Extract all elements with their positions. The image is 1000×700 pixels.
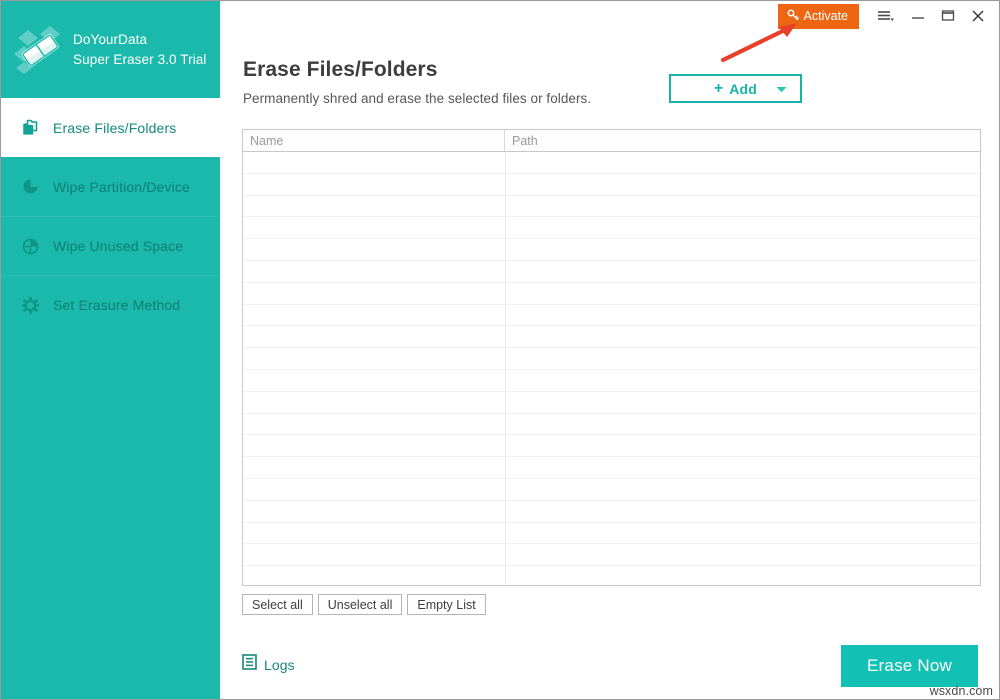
main-content: Erase Files/Folders Permanently shred an… (220, 30, 999, 699)
table-row[interactable] (243, 196, 980, 218)
watermark: wsxdn.com (930, 684, 993, 698)
window-titlebar: Activate (220, 1, 999, 30)
empty-list-button[interactable]: Empty List (407, 594, 485, 615)
table-row[interactable] (243, 305, 980, 327)
sidebar-item-erase-files-folders[interactable]: Erase Files/Folders (1, 98, 220, 157)
files-folders-icon (19, 117, 41, 139)
minimize-icon[interactable] (903, 2, 933, 30)
chevron-down-icon[interactable] (776, 80, 787, 98)
logs-label: Logs (264, 657, 295, 673)
activate-button[interactable]: Activate (778, 4, 859, 29)
table-row[interactable] (243, 217, 980, 239)
sidebar-item-label: Wipe Unused Space (53, 238, 183, 254)
table-row[interactable] (243, 174, 980, 196)
page-header: Erase Files/Folders Permanently shred an… (243, 58, 591, 106)
list-action-buttons: Select all Unselect all Empty List (242, 594, 486, 615)
column-header-path[interactable]: Path (505, 130, 980, 151)
table-row[interactable] (243, 457, 980, 479)
table-row[interactable] (243, 152, 980, 174)
table-row[interactable] (243, 501, 980, 523)
table-row[interactable] (243, 348, 980, 370)
table-row[interactable] (243, 370, 980, 392)
activate-label: Activate (804, 9, 848, 23)
table-row[interactable] (243, 414, 980, 436)
plus-icon: + (714, 81, 723, 97)
sidebar-item-label: Erase Files/Folders (53, 120, 176, 136)
document-list-icon (242, 654, 257, 675)
table-row[interactable] (243, 479, 980, 501)
gear-icon (19, 294, 41, 316)
table-row[interactable] (243, 523, 980, 545)
sidebar-item-label: Set Erasure Method (53, 297, 180, 313)
brand-product: Super Eraser 3.0 Trial (73, 50, 207, 70)
table-body[interactable] (243, 152, 980, 585)
table-row[interactable] (243, 239, 980, 261)
add-button-label: Add (729, 81, 757, 97)
page-title: Erase Files/Folders (243, 58, 591, 82)
table-row[interactable] (243, 283, 980, 305)
page-subtitle: Permanently shred and erase the selected… (243, 91, 591, 106)
sidebar-item-wipe-unused-space[interactable]: Wipe Unused Space (1, 216, 220, 275)
column-divider (505, 152, 506, 585)
table-header-row: Name Path (243, 130, 980, 152)
table-row[interactable] (243, 435, 980, 457)
table-row[interactable] (243, 544, 980, 566)
close-icon[interactable] (963, 2, 993, 30)
pie-chart-outline-icon (19, 235, 41, 257)
brand-text: DoYourData Super Eraser 3.0 Trial (73, 30, 207, 69)
table-row[interactable] (243, 326, 980, 348)
pie-chart-filled-icon (19, 176, 41, 198)
brand-header: DoYourData Super Eraser 3.0 Trial (1, 1, 220, 98)
sidebar: DoYourData Super Eraser 3.0 Trial Erase … (1, 1, 220, 699)
logs-link[interactable]: Logs (242, 654, 295, 675)
table-row[interactable] (243, 392, 980, 414)
sidebar-item-wipe-partition-device[interactable]: Wipe Partition/Device (1, 157, 220, 216)
column-header-name[interactable]: Name (243, 130, 505, 151)
sidebar-nav: Erase Files/Folders Wipe Partition/Devic… (1, 98, 220, 334)
table-row[interactable] (243, 261, 980, 283)
maximize-icon[interactable] (933, 2, 963, 30)
erase-now-button[interactable]: Erase Now (841, 645, 978, 687)
add-button[interactable]: + Add (669, 74, 802, 103)
eraser-icon (10, 24, 68, 76)
sidebar-item-set-erasure-method[interactable]: Set Erasure Method (1, 275, 220, 334)
key-icon (787, 9, 799, 24)
sidebar-item-label: Wipe Partition/Device (53, 179, 190, 195)
hamburger-menu-icon[interactable] (869, 2, 903, 30)
application-window: DoYourData Super Eraser 3.0 Trial Erase … (0, 0, 1000, 700)
file-list-table[interactable]: Name Path (242, 129, 981, 586)
unselect-all-button[interactable]: Unselect all (318, 594, 403, 615)
brand-company: DoYourData (73, 30, 207, 50)
select-all-button[interactable]: Select all (242, 594, 313, 615)
